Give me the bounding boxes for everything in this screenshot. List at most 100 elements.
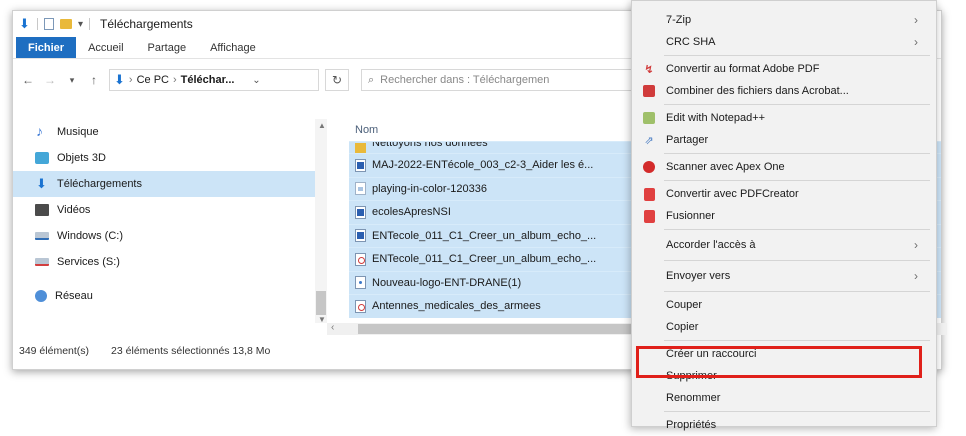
file-name: Antennes_medicales_des_armees	[372, 300, 541, 313]
menu-separator	[664, 153, 930, 154]
share-icon: ⇗	[644, 134, 654, 147]
menu-item-proprietes[interactable]: Propriétés	[632, 414, 936, 436]
refresh-icon[interactable]: ↻	[325, 69, 349, 91]
divider	[89, 18, 91, 30]
menu-item-copier[interactable]: Copier	[632, 316, 936, 338]
pdfcreator-icon	[642, 187, 656, 201]
address-input[interactable]: ⬇ › Ce PC › Téléchar... ⌄	[109, 69, 319, 91]
menu-separator	[664, 180, 930, 181]
menu-item-label: Accorder l'accès à	[666, 239, 756, 251]
sidebar-item-label: Services (S:)	[57, 256, 120, 268]
up-arrow-icon[interactable]: ↑	[85, 73, 103, 87]
menu-item-scan-apex-one[interactable]: Scanner avec Apex One	[632, 156, 936, 178]
sidebar-item-label: Windows (C:)	[57, 230, 124, 242]
submenu-arrow-icon: ›	[914, 238, 918, 252]
sidebar-item-windows-c[interactable]: Windows (C:)	[13, 223, 323, 249]
recent-locations-chevron-icon[interactable]: ▾	[63, 75, 81, 86]
menu-item-label: Scanner avec Apex One	[666, 161, 785, 173]
sidebar-item-label: Téléchargements	[57, 178, 142, 190]
menu-item-supprimer[interactable]: Supprimer	[632, 365, 936, 387]
tab-fichier[interactable]: Fichier	[16, 37, 77, 58]
menu-item-convert-adobe-pdf[interactable]: ↯ Convertir au format Adobe PDF	[632, 58, 936, 80]
menu-item-partager[interactable]: ⇗ Partager	[632, 129, 936, 151]
file-name: Nouveau-logo-ENT-DRANE(1)	[372, 276, 522, 289]
sidebar-item-objets-3d[interactable]: Objets 3D	[13, 145, 323, 171]
menu-item-label: Fusionner	[666, 210, 715, 222]
menu-item-label: Convertir au format Adobe PDF	[666, 63, 820, 75]
menu-item-fusionner[interactable]: Fusionner	[632, 205, 936, 227]
menu-item-label: Envoyer vers	[666, 270, 731, 282]
forward-arrow-icon[interactable]: →	[41, 73, 59, 87]
pdf-file-icon	[355, 252, 366, 266]
search-input[interactable]: ⌕ Rechercher dans : Téléchargemen	[361, 69, 641, 91]
word-document-icon	[355, 229, 366, 243]
submenu-arrow-icon: ›	[914, 269, 918, 283]
quick-access-dropdown-icon[interactable]: ▾	[78, 19, 83, 30]
properties-icon[interactable]	[44, 18, 54, 30]
menu-item-notepad-plus[interactable]: Edit with Notepad++	[632, 107, 936, 129]
menu-separator	[664, 340, 930, 341]
menu-separator	[664, 260, 930, 261]
breadcrumb-ce-pc[interactable]: Ce PC	[137, 74, 169, 86]
menu-item-label: Créer un raccourci	[666, 348, 757, 360]
word-document-icon	[355, 205, 366, 219]
breadcrumb-telechargements[interactable]: Téléchar...	[181, 74, 235, 86]
menu-item-label: Edit with Notepad++	[666, 112, 766, 124]
address-dropdown-icon[interactable]: ⌄	[248, 75, 264, 86]
menu-item-label: Propriétés	[666, 419, 717, 431]
image-file-icon	[355, 276, 366, 290]
context-menu: 7-Zip › CRC SHA › ↯ Convertir au format …	[631, 0, 937, 431]
merge-pdf-icon	[642, 209, 656, 223]
drive-icon	[35, 232, 49, 240]
menu-item-7zip[interactable]: 7-Zip ›	[632, 9, 936, 31]
menu-item-label: Convertir avec PDFCreator	[666, 188, 799, 200]
apex-one-icon	[642, 160, 656, 174]
new-folder-icon[interactable]	[60, 19, 72, 29]
scroll-down-icon[interactable]: ▼	[318, 315, 326, 324]
image-file-icon	[355, 182, 366, 196]
file-name: ecolesApresNSI	[372, 206, 451, 219]
download-arrow-icon: ⬇	[19, 16, 30, 31]
navigation-pane: Musique Objets 3D Téléchargements Vidéos…	[13, 119, 323, 323]
back-arrow-icon[interactable]: ←	[19, 73, 37, 87]
tab-accueil[interactable]: Accueil	[76, 37, 135, 58]
search-icon: ⌕	[368, 73, 375, 86]
menu-item-renommer[interactable]: Renommer	[632, 387, 936, 409]
menu-item-creer-raccourci[interactable]: Créer un raccourci	[632, 343, 936, 365]
file-name: ENTecole_011_C1_Creer_un_album_echo_...	[372, 253, 597, 266]
scroll-left-icon[interactable]: ‹	[331, 322, 334, 333]
menu-item-pdfcreator[interactable]: Convertir avec PDFCreator	[632, 183, 936, 205]
tab-partage[interactable]: Partage	[136, 37, 199, 58]
menu-item-combine-acrobat[interactable]: Combiner des fichiers dans Acrobat...	[632, 80, 936, 102]
selection-info: 23 éléments sélectionnés 13,8 Mo	[111, 345, 271, 357]
tab-affichage[interactable]: Affichage	[198, 37, 268, 58]
menu-item-label: 7-Zip	[666, 14, 692, 26]
submenu-arrow-icon: ›	[914, 35, 918, 49]
sidebar-item-videos[interactable]: Vidéos	[13, 197, 323, 223]
menu-item-envoyer-vers[interactable]: Envoyer vers ›	[632, 263, 936, 289]
menu-separator	[664, 411, 930, 412]
downloads-icon	[35, 176, 49, 192]
file-name: ENTecole_011_C1_Creer_un_album_echo_...	[372, 229, 597, 242]
menu-item-accorder-acces[interactable]: Accorder l'accès à ›	[632, 232, 936, 258]
item-count: 349 élément(s)	[19, 345, 90, 357]
sidebar-item-label: Vidéos	[57, 204, 91, 216]
menu-item-label: Renommer	[666, 392, 721, 404]
network-drive-icon	[35, 258, 49, 266]
sidebar-item-musique[interactable]: Musique	[13, 119, 323, 145]
network-icon	[35, 290, 47, 302]
file-name: MAJ-2022-ENTécole_003_c2-3_Aider les é..…	[372, 159, 594, 172]
sidebar-item-label: Musique	[57, 126, 99, 138]
sidebar-item-reseau[interactable]: Réseau	[13, 283, 323, 309]
sidebar-item-services-s[interactable]: Services (S:)	[13, 249, 323, 275]
sidebar-item-label: Réseau	[55, 290, 93, 302]
menu-item-label: Partager	[666, 134, 709, 146]
sidebar-item-telechargements[interactable]: Téléchargements	[13, 171, 323, 197]
nav-pane-scroll-thumb[interactable]	[316, 291, 326, 315]
pdf-file-icon	[355, 299, 366, 313]
horizontal-scroll-thumb[interactable]	[358, 324, 648, 334]
menu-item-couper[interactable]: Couper	[632, 294, 936, 316]
menu-item-crc-sha[interactable]: CRC SHA ›	[632, 31, 936, 53]
menu-separator	[664, 55, 930, 56]
scroll-up-icon[interactable]: ▲	[318, 121, 326, 130]
